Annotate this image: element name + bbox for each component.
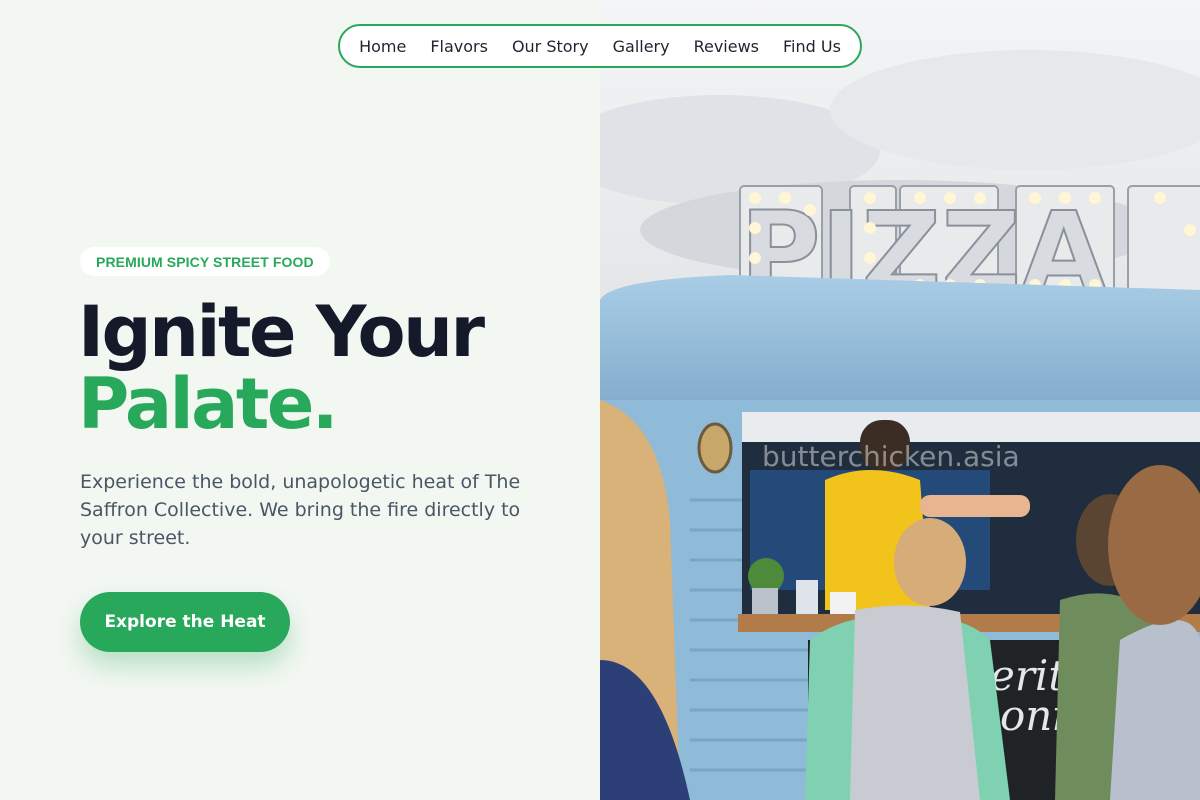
- hero-headline-line1: Ignite Your: [78, 291, 485, 373]
- food-truck-illustration: PIZZA erit oni butterchicken.asia: [600, 0, 1200, 800]
- watermark-text: butterchicken.asia: [762, 440, 1020, 473]
- nav-find-us[interactable]: Find Us: [783, 37, 841, 56]
- nav-home[interactable]: Home: [359, 37, 406, 56]
- nav-our-story[interactable]: Our Story: [512, 37, 589, 56]
- hero-headline: Ignite Your Palate.: [78, 291, 485, 445]
- nav-gallery[interactable]: Gallery: [613, 37, 670, 56]
- explore-heat-button[interactable]: Explore the Heat: [80, 592, 290, 652]
- hero-section: PREMIUM SPICY STREET FOOD Ignite Your Pa…: [0, 0, 600, 800]
- hero-headline-line2: Palate.: [78, 363, 338, 445]
- hero-description: Experience the bold, unapologetic heat o…: [80, 471, 521, 549]
- svg-text:oni: oni: [1000, 691, 1066, 740]
- hero-badge-label: PREMIUM SPICY STREET FOOD: [96, 253, 314, 270]
- nav-flavors[interactable]: Flavors: [430, 37, 488, 56]
- nav-reviews[interactable]: Reviews: [694, 37, 759, 56]
- main-nav: Home Flavors Our Story Gallery Reviews F…: [338, 24, 862, 68]
- hero-image: PIZZA erit oni butterchicken.asia: [600, 0, 1200, 800]
- hero-badge: PREMIUM SPICY STREET FOOD: [80, 247, 330, 276]
